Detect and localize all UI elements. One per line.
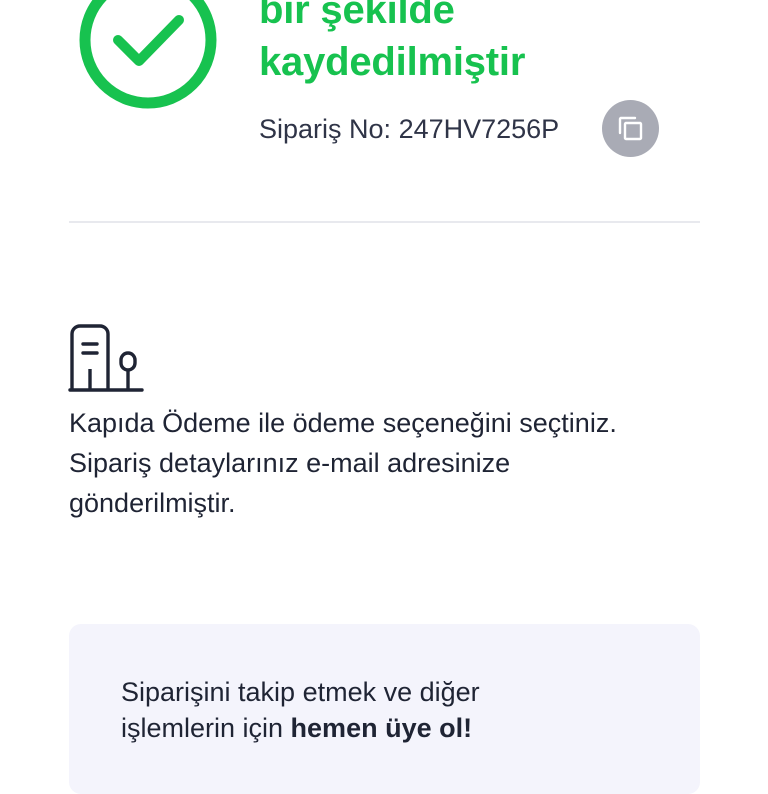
order-number-label: Sipariş No: <box>259 114 392 144</box>
order-number-value: 247HV7256P <box>398 114 560 144</box>
signup-text-line-2-prefix: işlemlerin için <box>121 713 291 743</box>
success-title-line-1: bir şekilde <box>259 0 455 32</box>
signup-text: Siparişini takip etmek ve diğer işlemler… <box>121 674 480 746</box>
payment-message-line-2: Sipariş detaylarınız e-mail adresinize <box>69 448 511 478</box>
signup-card[interactable]: Siparişini takip etmek ve diğer işlemler… <box>69 624 700 794</box>
door-payment-icon <box>68 324 144 397</box>
payment-message-line-1: Kapıda Ödeme ile ödeme seçeneğini seçtin… <box>69 408 617 438</box>
success-title-line-2: kaydedilmiştir <box>259 40 526 84</box>
success-check-icon <box>78 0 218 110</box>
copy-icon <box>618 116 643 141</box>
copy-order-number-button[interactable] <box>602 100 659 157</box>
section-divider <box>69 221 700 223</box>
order-number: Sipariş No: 247HV7256P <box>259 112 559 146</box>
payment-message-line-3: gönderilmiştir. <box>69 488 236 518</box>
signup-text-line-2: işlemlerin için hemen üye ol! <box>121 710 480 746</box>
signup-text-line-1: Siparişini takip etmek ve diğer <box>121 677 480 707</box>
payment-message: Kapıda Ödeme ile ödeme seçeneğini seçtin… <box>69 403 709 523</box>
signup-link[interactable]: hemen üye ol! <box>291 713 473 743</box>
